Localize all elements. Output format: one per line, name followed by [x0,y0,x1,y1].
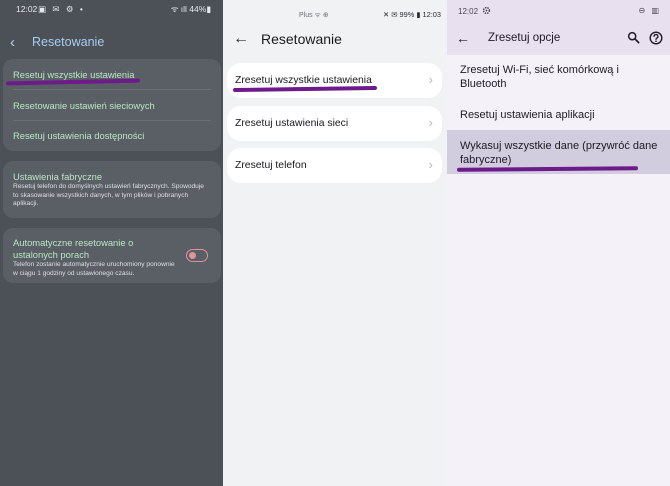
app-header: ← Zresetuj opcje [447,22,670,55]
menu-item-label: Zresetuj wszystkie ustawienia [235,75,372,86]
status-bar: 12:02 ▣ ✉ ⚙ • ᯤ ıll 44%▮ [0,0,223,18]
page-title: Resetowanie [261,31,342,47]
menu-item-reset-wifi-mobile-bluetooth[interactable]: Zresetuj Wi-Fi, sieć komórkową i Bluetoo… [460,63,660,91]
toggle-knob [189,252,196,259]
status-bar: 12:02 ⊖ ▥ [447,0,670,22]
reset-options-card: Resetuj wszystkie ustawienia Resetowanie… [3,59,221,151]
menu-item-label: Zresetuj ustawienia sieci [235,118,349,129]
factory-reset-description: Resetuj telefon do domyślnych ustawień f… [13,183,204,207]
menu-item-reset-all-settings[interactable]: Zresetuj wszystkie ustawienia › [227,63,442,98]
status-bar: Plus ᯤ ⊕ ✕ ✉ 99% ▮ 12:03 [223,0,447,20]
status-time: 12:02 [16,4,38,14]
status-indicators: ᯤ ıll 44%▮ [170,4,211,14]
back-icon[interactable]: ‹ [10,34,28,51]
page-title: Zresetuj opcje [488,32,561,44]
search-icon[interactable] [627,31,640,49]
gear-icon [482,6,491,17]
auto-reset-description: Telefon zostanie automatycznie uruchomio… [13,261,175,277]
menu-item-reset-app-preferences[interactable]: Resetuj ustawienia aplikacji [460,108,660,122]
notification-icons: ▣ ✉ ⚙ • [38,4,85,14]
status-indicators: ✕ ✉ 99% ▮ 12:03 [383,10,441,19]
auto-reset-toggle[interactable] [186,249,208,262]
factory-reset-card[interactable]: Ustawienia fabryczne Resetuj telefon do … [3,161,221,218]
chevron-right-icon: › [428,157,433,172]
menu-item-reset-accessibility[interactable]: Resetuj ustawienia dostępności [13,130,144,141]
app-header: ‹ Resetowanie [10,33,104,51]
menu-item-label: Zresetuj telefon [235,160,307,171]
carrier-info: Plus ᯤ ⊕ [299,12,329,19]
menu-item-reset-phone[interactable]: Zresetuj telefon › [227,148,442,183]
chevron-right-icon: › [428,72,433,87]
status-indicators: ⊖ ▥ [638,6,661,15]
samsung-reset-screen: 12:02 ▣ ✉ ⚙ • ᯤ ıll 44%▮ ‹ Resetowanie R… [0,0,223,486]
menu-item-erase-all-data[interactable]: Wykasuj wszystkie dane (przywróć dane fa… [460,139,660,167]
divider [13,120,211,121]
page-title: Resetowanie [32,35,105,49]
auto-reset-title: Automatyczne resetowanie o ustalonych po… [13,237,134,260]
chevron-right-icon: › [428,115,433,130]
status-time: 12:02 [458,7,479,16]
vivo-reset-screen: Plus ᯤ ⊕ ✕ ✉ 99% ▮ 12:03 ← Resetowanie Z… [223,0,447,486]
auto-reset-card[interactable]: Automatyczne resetowanie o ustalonych po… [3,228,221,283]
factory-reset-title: Ustawienia fabryczne [13,171,103,182]
menu-item-reset-network-settings[interactable]: Zresetuj ustawienia sieci › [227,106,442,141]
divider [13,89,211,90]
help-icon[interactable] [649,31,663,50]
back-arrow-icon[interactable]: ← [233,30,255,48]
menu-item-reset-network-settings[interactable]: Resetowanie ustawień sieciowych [13,100,155,111]
app-header: ← Resetowanie [233,30,342,48]
pixel-reset-screen: 12:02 ⊖ ▥ ← Zresetuj opcje Zresetuj Wi-F… [447,0,670,486]
back-arrow-icon[interactable]: ← [456,30,470,46]
